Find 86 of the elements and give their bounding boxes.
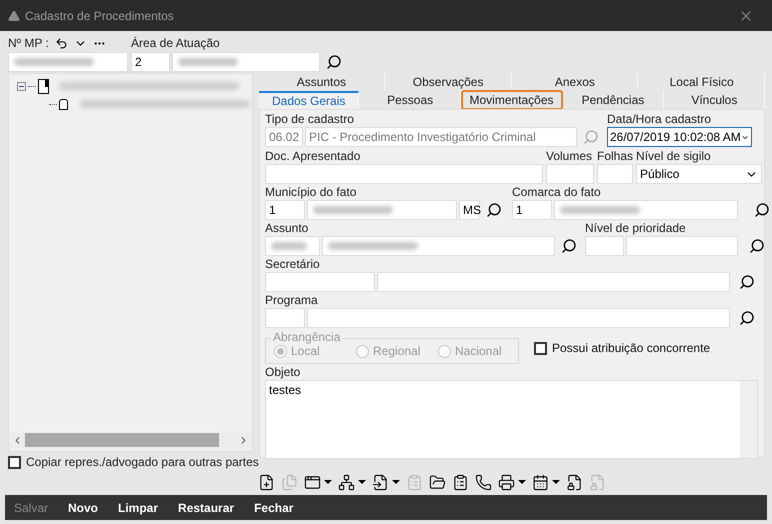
radio-label: Regional — [373, 343, 420, 360]
field-label: Assunto — [265, 221, 310, 235]
search-icon[interactable] — [749, 238, 765, 254]
date-picker[interactable]: 26/07/2019 10:02:08 AM — [607, 127, 752, 147]
input-field[interactable] — [585, 236, 624, 256]
input-field[interactable] — [265, 164, 543, 184]
group-label: Abrangência — [271, 330, 342, 344]
field-label: Doc. Apresentado — [265, 149, 362, 163]
dropdown-caret-icon[interactable] — [358, 480, 366, 484]
hierarchy-icon[interactable] — [338, 474, 355, 490]
app-logo-icon — [8, 10, 20, 22]
search-icon[interactable] — [754, 202, 770, 218]
dropdown-caret-icon[interactable] — [324, 480, 332, 484]
search-icon[interactable] — [738, 310, 755, 326]
clipboard-icon[interactable] — [452, 474, 469, 490]
tab[interactable]: Dados Gerais — [259, 91, 360, 109]
scrollbar-thumb[interactable] — [25, 433, 219, 447]
person-node-icon — [59, 98, 68, 110]
field-label: Comarca do fato — [512, 185, 602, 199]
search-icon[interactable] — [739, 274, 755, 290]
blurred-text — [271, 242, 307, 250]
input-field[interactable]: PIC - Procedimento Investigatório Criminal — [305, 127, 577, 147]
field-label: Nível de sigilo — [636, 149, 712, 163]
checkbox[interactable] — [534, 342, 547, 354]
file-arrow-icon[interactable] — [372, 474, 389, 490]
input-field[interactable] — [626, 236, 738, 256]
field-label: Nível de prioridade — [585, 221, 687, 235]
search-icon[interactable] — [486, 202, 502, 218]
checkbox-label: Possui atribuição concorrente — [552, 340, 710, 357]
window-icon[interactable] — [304, 474, 321, 490]
checkbox[interactable] — [8, 456, 21, 468]
field-label: Volumes — [546, 149, 594, 163]
dropdown-caret-icon[interactable] — [518, 480, 526, 484]
field-label: Secretário — [265, 257, 321, 271]
search-icon[interactable] — [326, 54, 342, 70]
dropdown-caret-icon[interactable] — [552, 480, 560, 484]
input-field[interactable] — [172, 52, 320, 72]
input-field[interactable] — [554, 200, 738, 220]
footer-button[interactable]: Restaurar — [178, 498, 234, 516]
file-lock-icon[interactable] — [566, 474, 583, 490]
input-field[interactable]: 2 — [131, 52, 170, 72]
field-label: Município do fato — [265, 185, 358, 199]
footer-button[interactable]: Novo — [68, 498, 98, 516]
folder-icon[interactable] — [429, 474, 446, 490]
input-field[interactable]: MS — [459, 200, 480, 220]
input-field[interactable] — [306, 308, 730, 328]
vertical-scrollbar[interactable] — [740, 381, 757, 458]
dropdown[interactable]: Público — [636, 164, 762, 184]
text-area[interactable]: testes — [265, 380, 758, 459]
input-field[interactable] — [597, 164, 633, 184]
window-title: Cadastro de Procedimentos — [25, 8, 174, 24]
field-label: Programa — [265, 293, 319, 307]
field-label: Nº MP : — [8, 36, 49, 50]
undo-icon[interactable] — [54, 36, 68, 50]
input-field[interactable]: 1 — [512, 200, 552, 220]
radio-label: Local — [291, 344, 320, 360]
calendar-icon[interactable] — [532, 474, 549, 490]
checkbox-label: Copiar repres./advogado para outras partes — [26, 454, 259, 471]
field-label: Folhas — [597, 149, 634, 163]
field-label: Tipo de cadastro — [265, 112, 355, 126]
radio-label: Nacional — [455, 343, 502, 360]
input-field[interactable] — [265, 272, 376, 292]
input-field[interactable] — [265, 236, 320, 256]
field-label: Objeto — [265, 365, 302, 379]
footer-button[interactable]: Limpar — [118, 498, 158, 516]
input-field[interactable] — [8, 52, 128, 72]
search-icon[interactable] — [561, 238, 577, 254]
phone-icon[interactable] — [475, 474, 492, 490]
input-field[interactable] — [322, 236, 555, 256]
tab[interactable]: Anexos — [512, 73, 638, 91]
input-field[interactable] — [546, 164, 594, 184]
footer-button[interactable]: Fechar — [254, 498, 294, 516]
input-field[interactable] — [377, 272, 730, 292]
input-field[interactable] — [265, 308, 304, 328]
horizontal-scrollbar[interactable] — [10, 432, 251, 448]
file-plus-icon[interactable] — [258, 474, 275, 490]
field-label: Área de Atuação — [131, 36, 220, 50]
input-field[interactable] — [307, 200, 457, 220]
blurred-text — [178, 58, 238, 66]
tab[interactable]: Movimentações — [462, 91, 562, 109]
field-label: Data/Hora cadastro — [607, 112, 712, 126]
printer-icon[interactable] — [498, 474, 515, 490]
collapse-toggle[interactable] — [17, 82, 26, 90]
folder-node-icon — [38, 78, 49, 94]
dropdown-caret-icon[interactable] — [392, 480, 400, 484]
input-field[interactable]: 1 — [265, 200, 305, 220]
